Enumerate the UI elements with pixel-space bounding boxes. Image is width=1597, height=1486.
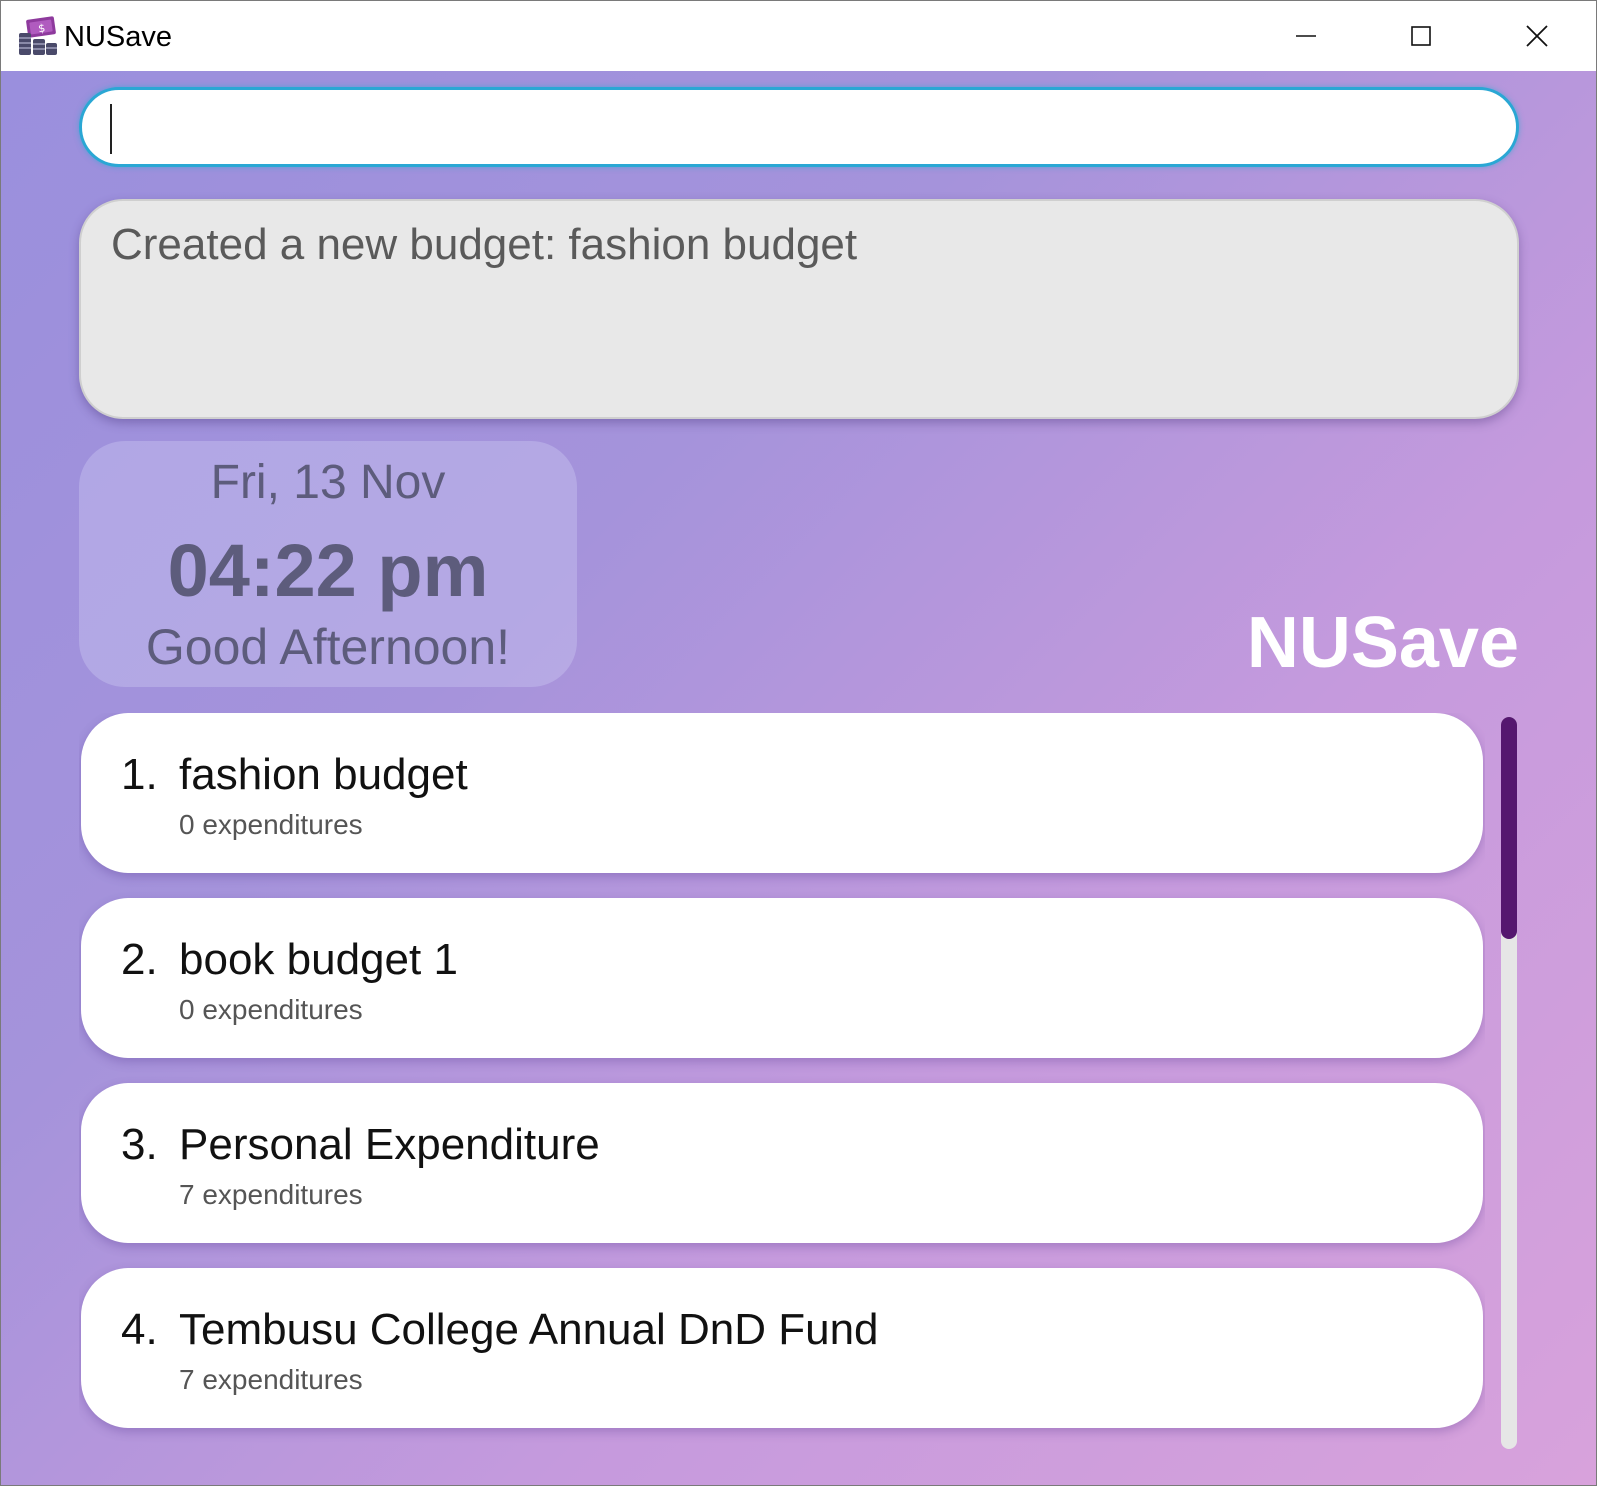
scrollbar-thumb[interactable] (1501, 717, 1517, 939)
result-message: Created a new budget: fashion budget (111, 220, 858, 269)
clock-time: 04:22 pm (167, 529, 489, 612)
budget-card[interactable]: 2. book budget 1 0 expenditures (81, 898, 1483, 1058)
brand-logo-text: NUSave (1246, 603, 1519, 683)
budget-name: Personal Expenditure (179, 1120, 600, 1169)
budget-index: 3. (121, 1120, 158, 1169)
budget-card[interactable]: 1. fashion budget 0 expenditures (81, 713, 1483, 873)
result-display: Created a new budget: fashion budget (79, 199, 1519, 419)
budget-card[interactable]: 4. Tembusu College Annual DnD Fund 7 exp… (81, 1268, 1483, 1428)
budget-name: book budget 1 (179, 935, 458, 984)
clock-card: Fri, 13 Nov 04:22 pm Good Afternoon! (79, 441, 577, 687)
budget-index: 2. (121, 935, 158, 984)
budget-index: 4. (121, 1305, 158, 1354)
title-bar[interactable]: $ NUSave (1, 1, 1596, 71)
budget-card[interactable]: 3. Personal Expenditure 7 expenditures (81, 1083, 1483, 1243)
window-title: NUSave (64, 21, 172, 53)
main-content: Created a new budget: fashion budget Fri… (1, 71, 1596, 1485)
vertical-scrollbar[interactable] (1501, 717, 1517, 1449)
budget-list[interactable]: 1. fashion budget 0 expenditures 2. book… (79, 713, 1485, 1485)
budget-name: Tembusu College Annual DnD Fund (179, 1305, 879, 1354)
maximize-button[interactable] (1363, 1, 1479, 71)
minimize-icon (1296, 35, 1316, 37)
app-window: $ NUSave Created a new budget: fashion b… (0, 0, 1597, 1486)
command-box[interactable] (79, 87, 1519, 167)
budget-expenditure-count: 7 expenditures (179, 1179, 363, 1210)
close-button[interactable] (1479, 1, 1595, 71)
budget-name: fashion budget (179, 750, 468, 799)
budget-expenditure-count: 0 expenditures (179, 994, 363, 1025)
budget-expenditure-count: 0 expenditures (179, 809, 363, 840)
clock-greeting: Good Afternoon! (145, 619, 511, 675)
budget-index: 1. (121, 750, 158, 799)
command-input[interactable] (112, 100, 1486, 156)
clock-date: Fri, 13 Nov (210, 456, 446, 509)
wallet-coins-icon: $ (17, 15, 59, 57)
maximize-icon (1411, 26, 1431, 46)
minimize-button[interactable] (1248, 1, 1364, 71)
close-icon (1526, 25, 1548, 47)
budget-expenditure-count: 7 expenditures (179, 1364, 363, 1395)
